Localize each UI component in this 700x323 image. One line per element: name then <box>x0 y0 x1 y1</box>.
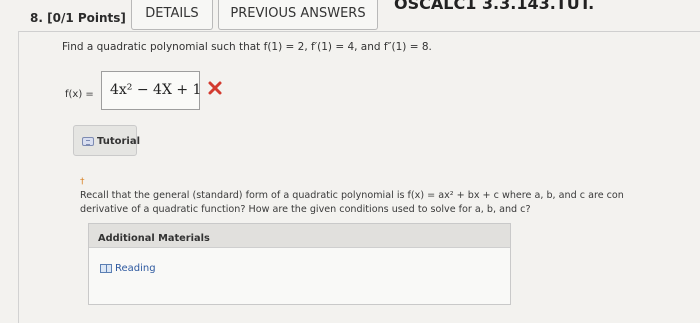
hint-marker: † <box>80 177 85 187</box>
book-icon <box>100 263 112 273</box>
question-number: 8. [0/1 Points] <box>30 11 126 25</box>
hint-text: Recall that the general (standard) form … <box>80 189 624 217</box>
hint-line-2: derivative of a quadratic function? How … <box>80 204 531 215</box>
header-divider <box>18 31 700 32</box>
points-label: [0/1 Points] <box>47 11 126 25</box>
tab-details[interactable]: DETAILS <box>131 0 213 30</box>
answer-label: f(x) = <box>65 89 94 100</box>
question-number-label: 8. <box>30 11 43 25</box>
tab-previous-answers[interactable]: PREVIOUS ANSWERS <box>218 0 378 30</box>
incorrect-x-icon <box>208 81 222 95</box>
hint-line-1: Recall that the general (standard) form … <box>80 190 624 201</box>
reading-label: Reading <box>115 262 156 274</box>
question-code: OSCALC1 3.3.143.TUT. <box>394 0 595 13</box>
tutorial-icon <box>82 136 94 146</box>
additional-materials-panel: Additional Materials Reading <box>88 223 511 305</box>
additional-materials-title: Additional Materials <box>98 233 210 244</box>
tutorial-button[interactable]: Tutorial <box>73 125 141 156</box>
question-header: 8. [0/1 Points] DETAILS PREVIOUS ANSWERS… <box>0 0 700 32</box>
reading-link[interactable]: Reading <box>100 261 156 275</box>
tutorial-label: Tutorial <box>97 135 141 147</box>
question-prompt: Find a quadratic polynomial such that f(… <box>62 41 432 53</box>
additional-materials-header: Additional Materials <box>89 224 510 248</box>
answer-input[interactable]: 4x² − 4X + 1 <box>101 71 201 110</box>
question-border <box>18 31 19 323</box>
